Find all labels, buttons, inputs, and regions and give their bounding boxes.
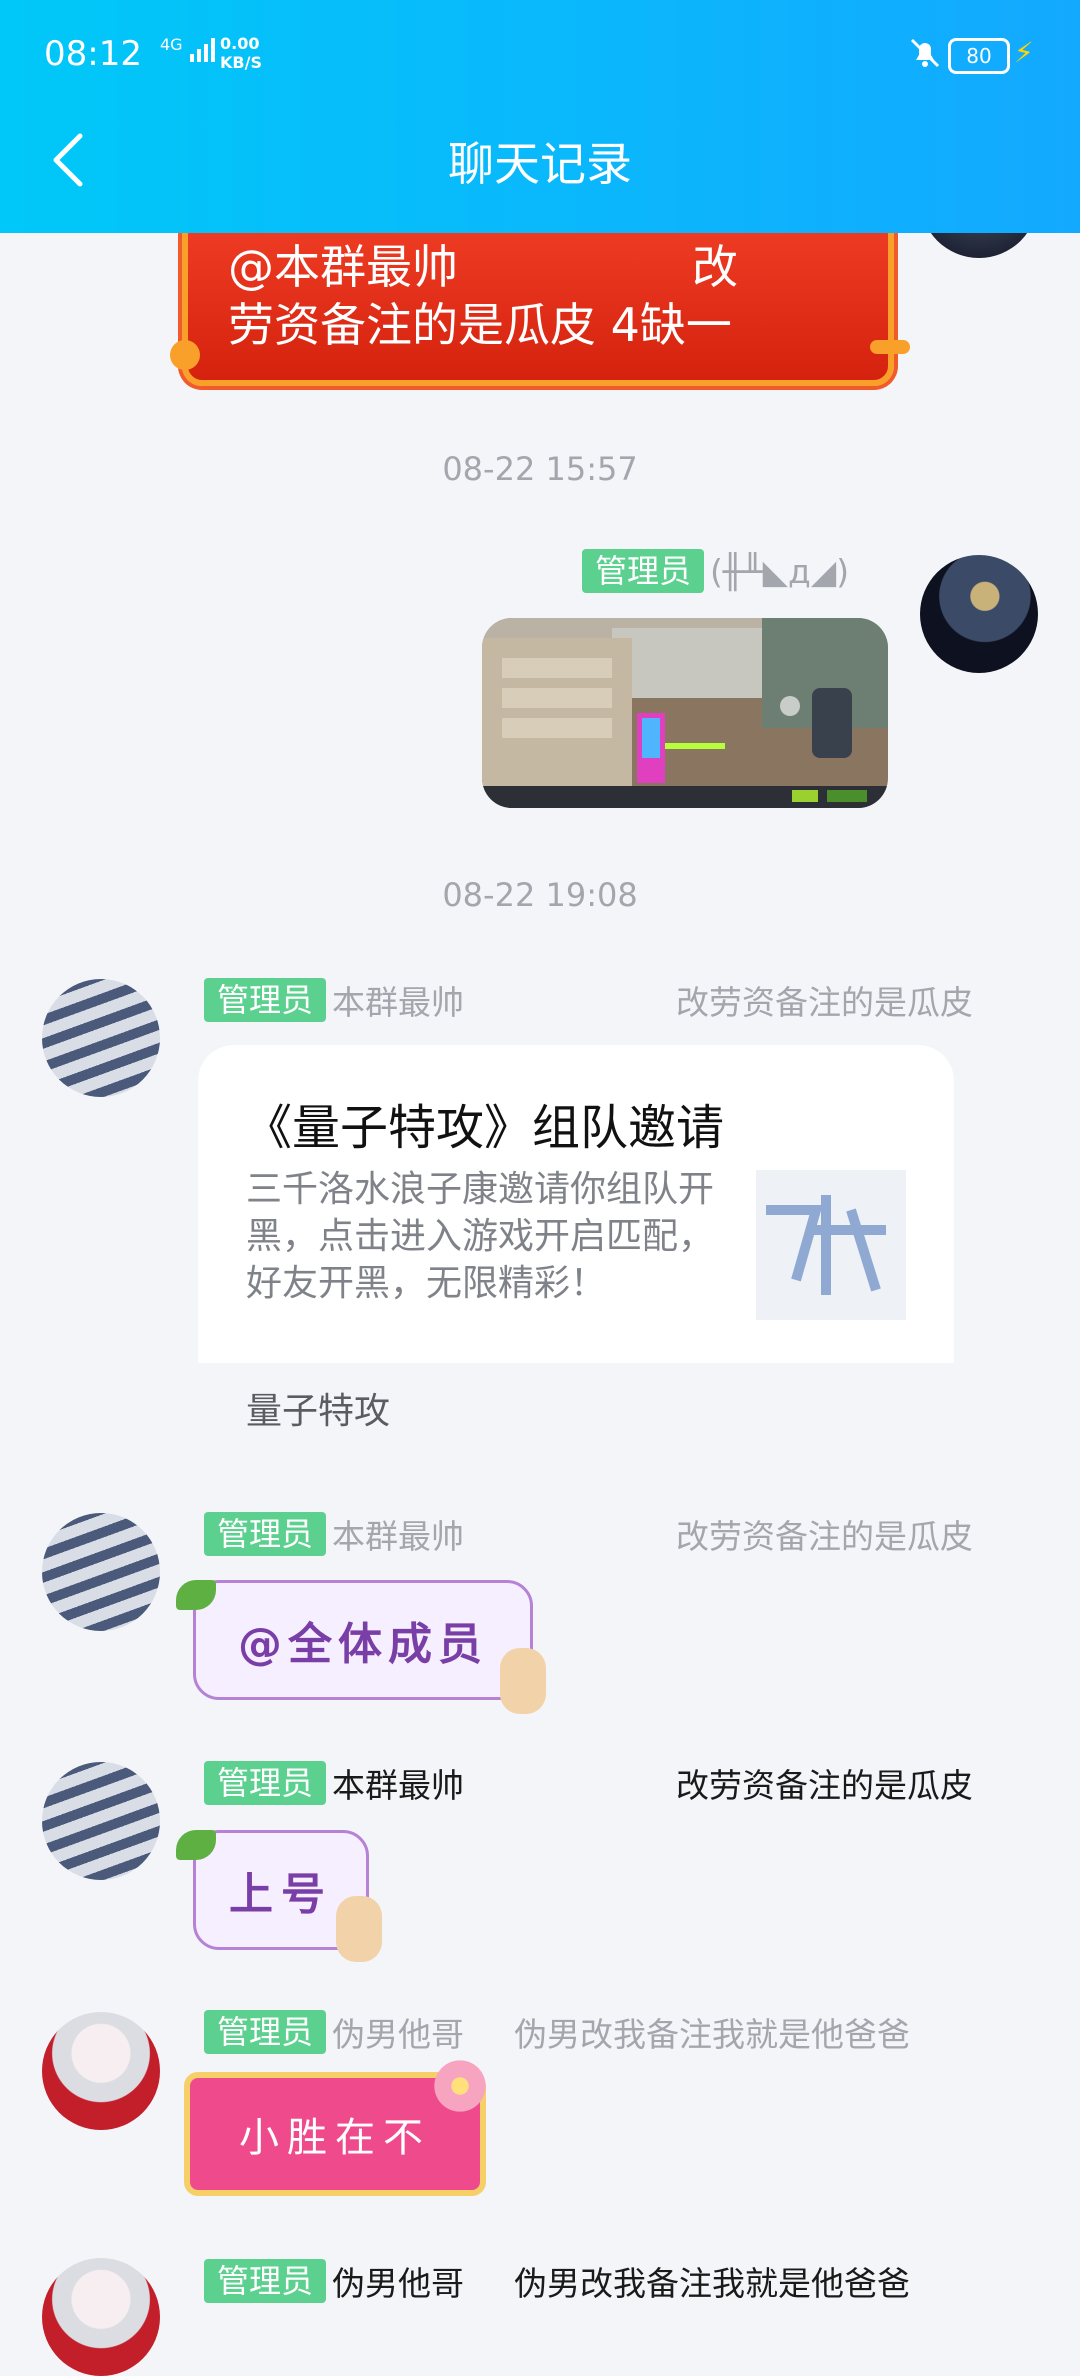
sender-name: (╫╨◣д◢) bbox=[710, 551, 850, 591]
avatar-member[interactable] bbox=[42, 2012, 160, 2130]
sender-name: 伪男他哥 bbox=[332, 2264, 465, 2303]
admin-badge: 管理员 bbox=[204, 2010, 327, 2054]
bubble-decoration-left bbox=[170, 340, 200, 370]
card-title: 《量子特攻》组队邀请 bbox=[244, 1100, 725, 1156]
bubble-decoration-right bbox=[870, 340, 910, 354]
battery-indicator: 80 bbox=[948, 38, 1010, 74]
cartoon-boy-icon bbox=[500, 1648, 546, 1714]
avatar-self[interactable] bbox=[920, 555, 1038, 673]
sender-name: 本群最帅 bbox=[332, 1766, 465, 1805]
admin-badge: 管理员 bbox=[204, 1512, 327, 1556]
admin-badge: 管理员 bbox=[204, 1761, 327, 1805]
network-type: 4G bbox=[160, 35, 183, 54]
sender-row: 管理员 (╫╨◣д◢) bbox=[582, 549, 849, 593]
sender-alias: 改劳资备注的是瓜皮 bbox=[676, 1766, 973, 1805]
network-indicator: 4G bbox=[160, 36, 216, 64]
sender-row: 管理员 本群最帅 bbox=[204, 1759, 464, 1807]
sender-alias: 伪男改我备注我就是他爸爸 bbox=[514, 2015, 910, 2054]
sender-row: 管理员 伪男他哥 bbox=[204, 2257, 464, 2305]
sticker-bubble-text: @全体成员 bbox=[238, 1619, 488, 1670]
sticker-bubble-text: 上号 bbox=[229, 1869, 333, 1920]
sender-name: 本群最帅 bbox=[332, 1517, 465, 1556]
top-bar: 08:12 4G 0.00 KB/S 80 ⚡ 聊天记录 bbox=[0, 0, 1080, 233]
avatar-member[interactable] bbox=[42, 2258, 160, 2376]
status-time: 08:12 bbox=[44, 34, 142, 74]
admin-badge: 管理员 bbox=[204, 2259, 327, 2303]
network-speed: 0.00 KB/S bbox=[220, 34, 262, 72]
card-source-label: 量子特攻 bbox=[246, 1391, 391, 1432]
admin-badge: 管理员 bbox=[582, 549, 705, 593]
sticker-bubble-text: 小胜在不 bbox=[239, 2115, 431, 2161]
sender-name: 本群最帅 bbox=[332, 983, 465, 1022]
admin-badge: 管理员 bbox=[204, 978, 327, 1022]
timestamp: 08-22 19:08 bbox=[442, 876, 638, 914]
sender-row: 管理员 本群最帅 bbox=[204, 1510, 464, 1558]
avatar-member[interactable] bbox=[42, 1762, 160, 1880]
flower-decoration-icon bbox=[430, 2056, 490, 2116]
sticker-bubble[interactable]: @全体成员 bbox=[193, 1580, 533, 1700]
sender-alias: 伪男改我备注我就是他爸爸 bbox=[514, 2264, 910, 2303]
card-thumbnail-image bbox=[756, 1170, 906, 1320]
sender-alias: 改劳资备注的是瓜皮 bbox=[676, 983, 973, 1022]
cartoon-boy-icon bbox=[336, 1896, 382, 1962]
card-description: 三千洛水浪子康邀请你组队开黑，点击进入游戏开启匹配，好友开黑，无限精彩！ bbox=[246, 1169, 715, 1304]
sender-alias: 改劳资备注的是瓜皮 bbox=[676, 1517, 973, 1556]
red-bubble-text: @本群最帅 改劳资备注的是瓜皮 4缺一 bbox=[228, 240, 738, 352]
speed-unit: KB/S bbox=[220, 53, 262, 72]
charging-bolt-icon: ⚡ bbox=[1014, 36, 1034, 69]
timestamp: 08-22 15:57 bbox=[442, 450, 638, 488]
signal-icon bbox=[189, 38, 215, 62]
speed-value: 0.00 bbox=[220, 34, 260, 53]
avatar-member[interactable] bbox=[42, 1513, 160, 1631]
sender-row: 管理员 伪男他哥 bbox=[204, 2008, 464, 2056]
page-title: 聊天记录 bbox=[448, 137, 632, 191]
avatar-member[interactable] bbox=[42, 979, 160, 1097]
sender-name: 伪男他哥 bbox=[332, 2015, 465, 2054]
sender-row: 管理员 本群最帅 bbox=[204, 976, 464, 1024]
game-screenshot-image[interactable] bbox=[482, 618, 888, 808]
bell-muted-icon bbox=[910, 38, 940, 68]
